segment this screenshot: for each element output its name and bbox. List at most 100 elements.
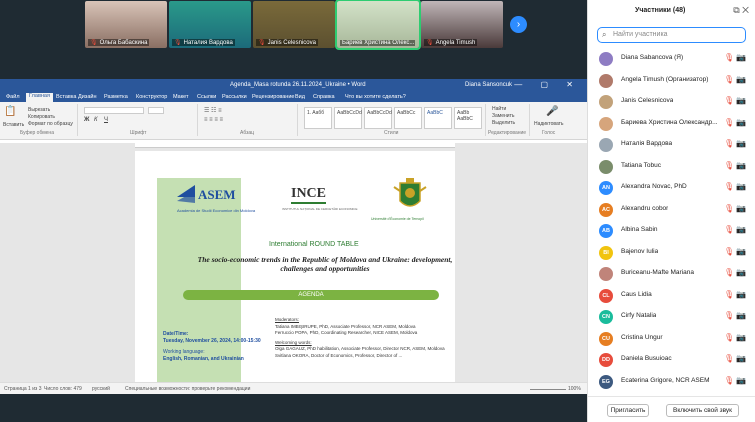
- mic-muted-icon: 🎙: [426, 40, 434, 46]
- participants-panel: Участники (48) ⧉ ✕ ⌕ Найти участника Dia…: [587, 0, 755, 422]
- replace-button[interactable]: Заменить: [492, 113, 514, 119]
- style-no-spacing[interactable]: AaBbCcDd: [334, 107, 362, 129]
- group-label: Буфер обмена: [20, 130, 54, 136]
- video-tile[interactable]: 🎙 Наталия Вардова: [169, 1, 251, 48]
- tab-insert[interactable]: Вставка: [56, 94, 76, 100]
- cut-button[interactable]: Вырезать: [28, 107, 50, 113]
- tab-file[interactable]: Файл: [6, 94, 20, 100]
- document-page[interactable]: ASEM Academia de Studii Economice din Mo…: [135, 151, 455, 382]
- zoom-level[interactable]: 100%: [568, 386, 581, 392]
- mic-muted-icon: 🎙: [724, 182, 735, 191]
- microphone-icon[interactable]: 🎤: [546, 106, 558, 117]
- avatar: AB: [599, 224, 613, 238]
- participant-row[interactable]: Наталія Вардова 🎙 📷: [588, 134, 755, 156]
- style-subtitle[interactable]: AaBb AaBbC: [454, 107, 482, 129]
- paste-icon[interactable]: 📋: [4, 106, 16, 117]
- participant-name: Caus Lidia: [621, 290, 652, 298]
- mic-muted-icon: 🎙: [724, 225, 735, 234]
- camera-off-icon: 📷: [736, 289, 746, 299]
- style-title[interactable]: AaBbC: [424, 107, 452, 129]
- participant-row[interactable]: Janis Celesnicova 🎙 📷: [588, 91, 755, 113]
- style-normal[interactable]: 1. Aaбб: [304, 107, 332, 129]
- participant-row[interactable]: Tatiana Tobuc 🎙 📷: [588, 156, 755, 178]
- accessibility-status[interactable]: Специальные возможности: проверьте реком…: [125, 386, 250, 392]
- participant-row[interactable]: AC Alexandru cobor 🎙 📷: [588, 199, 755, 221]
- participant-name: Angela Timush (Организатор): [621, 75, 709, 83]
- bullets-icon[interactable]: ☰ ☷ ≡: [204, 107, 222, 114]
- tab-mailings[interactable]: Рассылки: [222, 94, 247, 100]
- video-tile[interactable]: 🎙 Angela Timush: [421, 1, 503, 48]
- participant-row[interactable]: Buriceanu-Mafte Mariana 🎙 📷: [588, 263, 755, 285]
- tab-help[interactable]: Справка: [313, 94, 335, 100]
- avatar: EG: [599, 374, 613, 389]
- video-tile[interactable]: 🎙 Ольга Бабаскина: [85, 1, 167, 48]
- align-icon[interactable]: ≡ ≡ ≡ ≡: [204, 117, 223, 123]
- participant-row[interactable]: Бариева Христина Олександр... 🎙 📷: [588, 113, 755, 135]
- tab-layout[interactable]: Разметка: [104, 94, 128, 100]
- participant-row[interactable]: EG Ecaterina Grigore, NCR ASEM 🎙 📷: [588, 371, 755, 393]
- language-indicator[interactable]: русский: [92, 386, 110, 392]
- style-heading2[interactable]: AaBbCc: [394, 107, 422, 129]
- camera-off-icon: 📷: [736, 117, 746, 127]
- speaker-line: Olga GAGAUZ, PhD habilitation, Associate…: [275, 346, 445, 351]
- underline-button[interactable]: Ч: [104, 117, 108, 123]
- participant-row[interactable]: AN Alexandra Novac, PhD 🎙 📷: [588, 177, 755, 199]
- participant-row[interactable]: CU Cristina Ungur 🎙 📷: [588, 328, 755, 350]
- paragraph-group: ☰ ☷ ≡ ≡ ≡ ≡ ≡ Абзац: [200, 104, 298, 136]
- mic-muted-icon: 🎙: [724, 203, 735, 213]
- mic-muted-icon: 🎙: [724, 53, 735, 62]
- tab-page-layout[interactable]: Макет: [173, 94, 189, 100]
- bold-button[interactable]: Ж: [84, 117, 89, 123]
- style-label: AaBb AaBbC: [457, 110, 473, 122]
- font-name-select[interactable]: [84, 107, 144, 114]
- word-count[interactable]: Число слов: 479: [44, 386, 82, 392]
- chevron-right-icon[interactable]: ›: [510, 16, 527, 33]
- invite-button[interactable]: Пригласить: [607, 404, 649, 417]
- participant-row[interactable]: CL Caus Lidia 🎙 📷: [588, 285, 755, 307]
- tell-me-search[interactable]: Что вы хотите сделать?: [345, 94, 406, 100]
- tab-design[interactable]: Конструктор: [136, 94, 167, 100]
- tab-view[interactable]: Вид: [295, 94, 305, 100]
- participant-row[interactable]: DD Daniela Busuioac 🎙 📷: [588, 349, 755, 371]
- participant-row[interactable]: Angela Timush (Организатор) 🎙 📷: [588, 70, 755, 92]
- font-size-select[interactable]: [148, 107, 164, 114]
- style-heading1[interactable]: AaBbCcDd: [364, 107, 392, 129]
- page-indicator[interactable]: Страница 1 из 3: [4, 386, 41, 392]
- participant-search-input[interactable]: ⌕ Найти участника: [597, 27, 746, 43]
- zoom-slider[interactable]: [530, 389, 566, 390]
- camera-off-icon: 📷: [736, 375, 746, 385]
- avatar: CU: [599, 331, 613, 346]
- editing-group: Найти Заменить Выделить Редактирование: [488, 104, 530, 136]
- word-user: Diana Sansoncuk: [465, 82, 513, 88]
- popout-close-icons[interactable]: ⧉ ✕: [733, 5, 749, 16]
- tab-draw[interactable]: Дизайн: [78, 94, 97, 100]
- participant-row[interactable]: AB Albina Sabin 🎙 📷: [588, 220, 755, 242]
- tab-home[interactable]: Главная: [26, 93, 53, 102]
- copy-button[interactable]: Копировать: [28, 114, 55, 120]
- paste-button[interactable]: Вставить: [3, 122, 24, 128]
- camera-off-icon: 📷: [736, 96, 746, 105]
- avatar: [599, 116, 613, 131]
- find-button[interactable]: Найти: [492, 106, 506, 112]
- video-tile[interactable]: 🎙 Janis Celesnicova: [253, 1, 335, 48]
- window-controls[interactable]: — ▢ ✕: [514, 80, 581, 89]
- horizontal-ruler[interactable]: [135, 142, 455, 148]
- avatar: [599, 159, 613, 174]
- tab-references[interactable]: Ссылки: [197, 94, 216, 100]
- avatar: [599, 95, 613, 109]
- select-button[interactable]: Выделить: [492, 120, 515, 126]
- camera-off-icon: 📷: [736, 74, 746, 84]
- participant-row[interactable]: CN Cirfy Natalia 🎙 📷: [588, 306, 755, 328]
- unmute-button[interactable]: Включить свой звук: [666, 404, 739, 417]
- tab-review[interactable]: Рецензирование: [252, 94, 294, 100]
- dictate-button[interactable]: Надиктовать: [534, 121, 564, 127]
- participant-name: Bajenov Iulia: [621, 247, 659, 255]
- italic-button[interactable]: К: [94, 117, 98, 123]
- avatar: AC: [599, 202, 613, 217]
- participant-row[interactable]: BI Bajenov Iulia 🎙 📷: [588, 242, 755, 264]
- video-tile-active-speaker[interactable]: Бариев Христина Олекс...: [335, 0, 421, 50]
- format-painter-button[interactable]: Формат по образцу: [28, 121, 73, 127]
- ince-subtitle: INSTITUTUL NAȚIONAL DE CERCETĂRI ECONOMI…: [282, 207, 358, 211]
- avatar: CN: [599, 310, 613, 324]
- participant-row[interactable]: Diana Sabancova (Я) 🎙 📷: [588, 48, 755, 70]
